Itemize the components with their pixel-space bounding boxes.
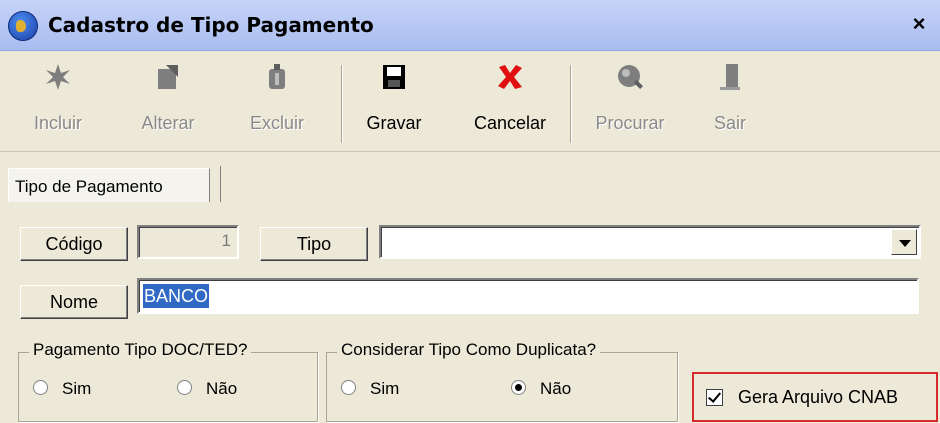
duplicata-sim-radio[interactable]: Sim: [341, 379, 399, 399]
doc-ted-group-title: Pagamento Tipo DOC/TED?: [29, 340, 252, 360]
cancelar-button[interactable]: Cancelar: [458, 57, 562, 147]
toolbar: Incluir Alterar Excluir Gravar Cancelar …: [0, 51, 940, 152]
title-bar: Cadastro de Tipo Pagamento ×: [0, 0, 940, 51]
doc-ted-sim-radio[interactable]: Sim: [33, 379, 91, 399]
radio-icon: [177, 380, 192, 396]
save-icon: [383, 65, 405, 89]
nome-value: BANCO: [143, 284, 210, 308]
doc-ted-group: Pagamento Tipo DOC/TED? Sim Não: [18, 340, 318, 422]
form-panel: Código 1 Tipo Nome BANCO Pagamento Tipo …: [0, 202, 940, 423]
edit-icon: [158, 65, 178, 89]
nome-field[interactable]: BANCO: [137, 278, 919, 314]
toolbar-separator: [570, 65, 572, 143]
duplicata-group: Considerar Tipo Como Duplicata? Sim Não: [326, 340, 678, 422]
cnab-label: Gera Arquivo CNAB: [738, 387, 899, 407]
duplicata-group-title: Considerar Tipo Como Duplicata?: [337, 340, 601, 360]
radio-icon: [33, 380, 48, 396]
chevron-down-icon[interactable]: [891, 229, 917, 255]
window-title: Cadastro de Tipo Pagamento: [48, 13, 374, 37]
procurar-button[interactable]: Procurar: [582, 57, 678, 147]
cnab-highlight-box: Gera Arquivo CNAB: [692, 372, 938, 422]
close-button[interactable]: ×: [906, 12, 932, 38]
excluir-button[interactable]: Excluir: [232, 57, 322, 147]
tab-strip: Tipo de Pagamento: [0, 152, 940, 205]
gravar-button[interactable]: Gravar: [354, 57, 434, 147]
cnab-checkbox[interactable]: [706, 389, 723, 406]
delete-icon: [269, 64, 285, 89]
incluir-button[interactable]: Incluir: [14, 57, 102, 147]
duplicata-nao-radio[interactable]: Não: [511, 379, 571, 399]
search-icon: [618, 65, 643, 89]
tipo-label-button[interactable]: Tipo: [260, 227, 368, 261]
tipo-combobox[interactable]: [379, 225, 921, 259]
sair-button[interactable]: Sair: [700, 57, 760, 147]
nome-label-button[interactable]: Nome: [20, 285, 128, 319]
radio-selected-icon: [511, 380, 526, 396]
alterar-button[interactable]: Alterar: [124, 57, 212, 147]
exit-door-icon: [720, 64, 740, 90]
radio-icon: [341, 380, 356, 396]
tab-tipo-de-pagamento[interactable]: Tipo de Pagamento: [8, 168, 210, 205]
codigo-label-button[interactable]: Código: [20, 227, 128, 261]
doc-ted-nao-radio[interactable]: Não: [177, 379, 237, 399]
toolbar-separator: [341, 65, 343, 143]
globe-icon: [8, 11, 38, 41]
tab-divider: [220, 166, 221, 202]
codigo-field: 1: [137, 225, 239, 259]
cancel-icon: [498, 65, 522, 89]
insert-icon: [46, 64, 70, 90]
